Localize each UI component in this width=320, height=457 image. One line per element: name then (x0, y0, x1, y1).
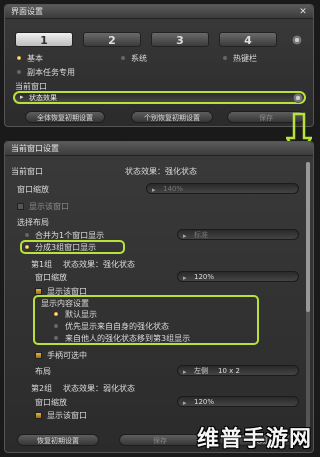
group2-scale-value: 120% (194, 398, 215, 406)
tab-3[interactable]: 3 (151, 32, 209, 47)
window-scale-value: 140% (163, 185, 184, 193)
show-window-checkbox[interactable] (17, 203, 24, 210)
opt-default-radio[interactable] (53, 311, 59, 317)
layout-label: 选择布局 (17, 218, 49, 227)
category-hotbar-label: 热键栏 (233, 54, 257, 63)
opt-self-first-radio[interactable] (53, 323, 59, 329)
reset-all-button[interactable]: 全体恢复初期设置 (25, 111, 105, 123)
category-hotbar-radio[interactable] (222, 55, 228, 61)
tab-2[interactable]: 2 (83, 32, 141, 47)
group2-scale-dropdown[interactable]: ▸ 120% (177, 396, 299, 407)
group1-layout-label: 布局 (35, 367, 51, 376)
interface-settings-panel: 界面设置 ✕ 1 2 3 4 基本 系统 热键栏 副本任务专用 当前窗口 ▸ 状… (4, 4, 314, 127)
panel-title: 当前窗口设置 (5, 142, 313, 156)
group1-layout-dropdown[interactable]: ▸ 左侧 10 x 2 (177, 365, 299, 376)
dropdown-arrow-icon: ▸ (20, 93, 24, 101)
category-duty-radio[interactable] (16, 69, 22, 75)
current-window-settings-panel: 当前窗口设置 当前窗口 状态效果：强化状态 窗口缩放 ▸ 140% 显示该窗口 选… (4, 141, 314, 453)
scrollbar-thumb[interactable] (306, 162, 310, 312)
group1-status: 状态效果：强化状态 (63, 260, 135, 269)
group1-scale-label: 窗口缩放 (35, 273, 67, 282)
layout-merge-dropdown[interactable]: ▸ 标准 (177, 229, 299, 240)
category-basic-radio[interactable] (16, 55, 22, 61)
tab-4[interactable]: 4 (219, 32, 277, 47)
save-button[interactable]: 保存 (119, 434, 201, 446)
group2-scale-label: 窗口缩放 (35, 398, 67, 407)
opt-self-first-label: 优先显示来自自身的强化状态 (65, 322, 169, 331)
group2-show-label: 显示该窗口 (47, 411, 87, 420)
group1-title: 第1组 (31, 260, 53, 269)
layout-split-radio[interactable] (24, 244, 30, 250)
gear-icon[interactable] (293, 93, 303, 103)
layout-split-label: 分成3组窗口显示 (35, 243, 97, 252)
category-duty-label: 副本任务专用 (27, 68, 75, 77)
group1-layout-value: 左侧 (194, 367, 208, 375)
category-system-radio[interactable] (120, 55, 126, 61)
current-window-dropdown[interactable]: ▸ 状态效果 (13, 91, 306, 104)
current-window-value: 状态效果：强化状态 (125, 167, 197, 176)
opt-others-group3-radio[interactable] (53, 335, 59, 341)
dropdown-arrow-icon: ▸ (183, 274, 187, 282)
group1-scale-dropdown[interactable]: ▸ 120% (177, 271, 299, 282)
gear-icon[interactable] (292, 35, 302, 45)
group1-layout-size: 10 x 2 (218, 367, 240, 375)
resize-icon[interactable]: ✕ (298, 7, 308, 17)
dropdown-arrow-icon: ▸ (152, 186, 156, 194)
panel-title: 界面设置 (5, 5, 313, 19)
watermark: 维普手游网 (196, 427, 312, 452)
layout-merge-value: 标准 (194, 231, 208, 239)
tab-1[interactable]: 1 (15, 32, 73, 47)
category-basic-label: 基本 (27, 54, 43, 63)
window-scale-dropdown[interactable]: ▸ 140% (146, 183, 299, 194)
layout-merge-radio[interactable] (24, 232, 30, 238)
reset-button[interactable]: 恢复初期设置 (17, 434, 99, 446)
group2-status: 状态效果：弱化状态 (63, 384, 135, 393)
dropdown-arrow-icon: ▸ (183, 368, 187, 376)
group1-show-checkbox[interactable] (35, 288, 42, 295)
show-window-label: 显示该窗口 (29, 202, 69, 211)
dropdown-arrow-icon: ▸ (183, 232, 187, 240)
group2-title: 第2组 (31, 384, 53, 393)
group1-scale-value: 120% (194, 273, 215, 281)
handle-check-label: 手柄可选中 (47, 351, 87, 360)
current-window-value: 状态效果 (29, 94, 57, 102)
opt-others-group3-label: 来自他人的强化状态移到第3组显示 (65, 334, 191, 343)
window-scale-label: 窗口缩放 (17, 185, 49, 194)
handle-check-checkbox[interactable] (35, 352, 42, 359)
category-system-label: 系统 (131, 54, 147, 63)
opt-default-label: 默认显示 (65, 310, 97, 319)
reset-one-button[interactable]: 个别恢复初期设置 (131, 111, 213, 123)
dropdown-arrow-icon: ▸ (183, 399, 187, 407)
current-window-label: 当前窗口 (11, 167, 43, 176)
content-settings-label: 显示内容设置 (41, 299, 89, 308)
group2-show-checkbox[interactable] (35, 412, 42, 419)
